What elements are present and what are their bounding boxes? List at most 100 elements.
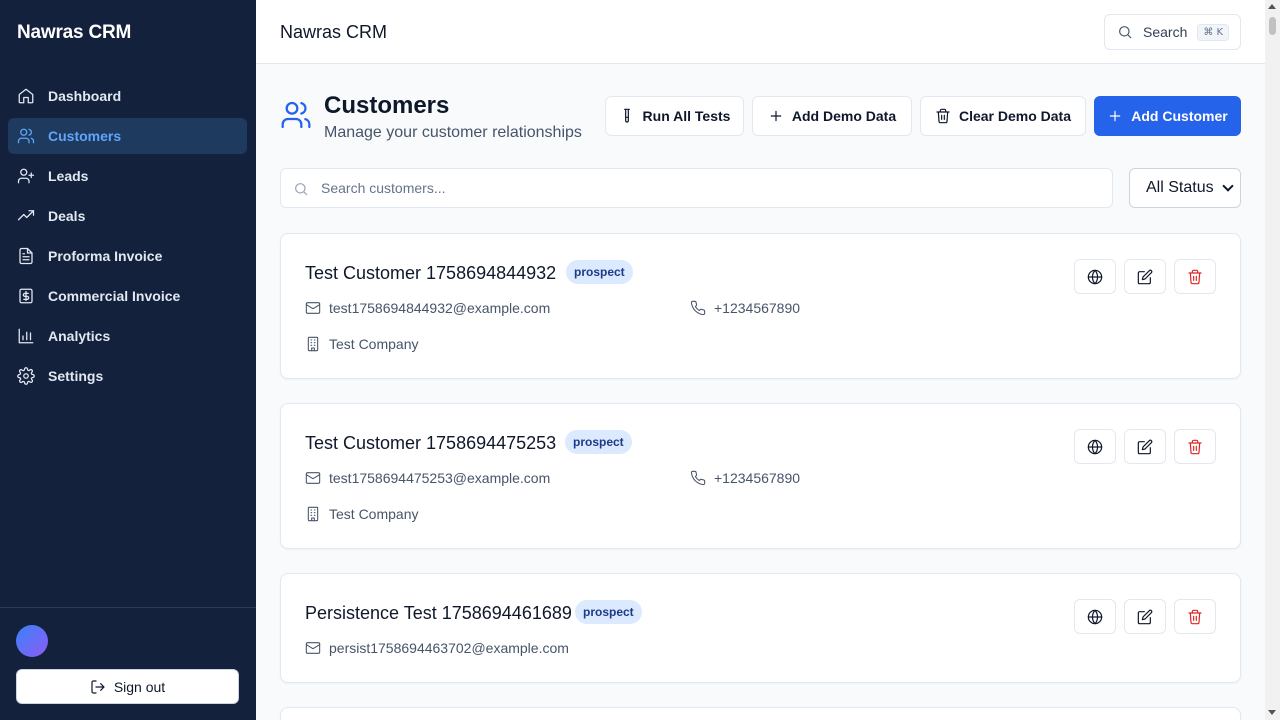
sidebar-item-dashboard[interactable]: Dashboard <box>8 78 247 114</box>
customer-company-row: Test Company <box>305 336 418 352</box>
sidebar-item-analytics[interactable]: Analytics <box>8 318 247 354</box>
user-plus-icon <box>16 166 36 186</box>
plus-icon <box>1109 110 1121 122</box>
phone-icon <box>690 470 706 486</box>
sidebar-item-deals[interactable]: Deals <box>8 198 247 234</box>
mail-icon <box>305 642 321 654</box>
status-badge: prospect <box>566 260 633 284</box>
log-out-icon <box>91 679 105 694</box>
sidebar-item-label: Dashboard <box>48 88 122 104</box>
customer-email: persist1758694463702@example.com <box>329 640 569 656</box>
customer-name: Test Customer 1758694844932 <box>305 263 557 283</box>
users-icon <box>280 99 312 131</box>
run-all-tests-button[interactable]: Run All Tests <box>605 96 744 136</box>
sidebar-item-label: Deals <box>48 208 86 224</box>
customer-phone: +1234567890 <box>714 300 801 316</box>
gear-icon <box>16 366 36 386</box>
avatar[interactable] <box>16 625 48 657</box>
edit-button[interactable] <box>1124 259 1166 294</box>
view-website-button[interactable] <box>1074 259 1116 294</box>
customer-email-row: test1758694844932@example.com <box>305 300 550 316</box>
page-subtitle: Manage your customer relationships <box>324 124 582 141</box>
brand-name: Nawras CRM <box>17 22 132 43</box>
globe-icon <box>1087 609 1103 624</box>
delete-button[interactable] <box>1174 259 1216 294</box>
mail-icon <box>305 472 321 484</box>
customer-search-input[interactable] <box>321 169 1101 207</box>
building-icon <box>307 506 319 522</box>
sidebar-item-leads[interactable]: Leads <box>8 158 247 194</box>
phone-icon <box>690 300 706 316</box>
building-icon <box>307 336 319 352</box>
search-icon <box>295 183 308 196</box>
trash-icon <box>936 108 950 124</box>
sign-out-button[interactable]: Sign out <box>16 669 239 704</box>
customer-name: Test Customer 1758694475253 <box>305 433 557 453</box>
plus-icon <box>770 110 782 122</box>
sidebar-item-label: Customers <box>48 128 122 144</box>
status-badge: prospect <box>565 430 632 454</box>
customer-email-row: test1758694475253@example.com <box>305 470 550 486</box>
trending-up-icon <box>16 206 36 226</box>
delete-button[interactable] <box>1174 599 1216 634</box>
trash-icon <box>1188 439 1202 454</box>
mail-icon <box>305 302 321 314</box>
sidebar-item-settings[interactable]: Settings <box>8 358 247 394</box>
scroll-thumb[interactable] <box>1269 17 1276 35</box>
shortcut-hint: ⌘ K <box>1197 23 1230 41</box>
edit-icon <box>1137 609 1153 624</box>
search-icon <box>1119 26 1132 39</box>
button-label: Clear Demo Data <box>958 108 1072 124</box>
globe-icon <box>1087 439 1103 454</box>
test-tube-icon <box>623 108 630 123</box>
customer-company: Test Company <box>329 506 419 522</box>
edit-button[interactable] <box>1124 429 1166 464</box>
edit-icon <box>1137 269 1153 284</box>
sign-out-label: Sign out <box>113 678 166 695</box>
clear-demo-data-button[interactable]: Clear Demo Data <box>920 96 1086 136</box>
customer-phone-row: +1234567890 <box>690 300 800 316</box>
customer-search <box>280 168 1113 208</box>
users-icon <box>16 126 36 146</box>
trash-icon <box>1188 609 1202 624</box>
customer-phone-row: +1234567890 <box>690 470 800 486</box>
sidebar-item-proforma-invoice[interactable]: Proforma Invoice <box>8 238 247 274</box>
edit-button[interactable] <box>1124 599 1166 634</box>
sidebar-item-label: Analytics <box>48 328 111 344</box>
customer-card-partial <box>280 707 1241 720</box>
customer-email: test1758694475253@example.com <box>329 470 551 486</box>
sidebar-item-commercial-invoice[interactable]: Commercial Invoice <box>8 278 247 314</box>
page-scrollbar[interactable] <box>1265 0 1280 720</box>
header-title: Nawras CRM <box>280 22 388 42</box>
button-label: Run All Tests <box>642 108 731 124</box>
add-customer-button[interactable]: Add Customer <box>1094 96 1241 136</box>
scroll-up-arrow[interactable] <box>1268 4 1276 9</box>
global-search-button[interactable]: Search ⌘ K <box>1104 14 1241 50</box>
customer-phone: +1234567890 <box>714 470 801 486</box>
button-label: Add Demo Data <box>791 108 897 124</box>
home-icon <box>16 86 36 106</box>
sidebar-item-customers[interactable]: Customers <box>8 118 247 154</box>
sidebar-item-label: Leads <box>48 168 89 184</box>
view-website-button[interactable] <box>1074 429 1116 464</box>
receipt-icon <box>16 286 36 306</box>
add-demo-data-button[interactable]: Add Demo Data <box>752 96 912 136</box>
sidebar: Nawras CRM Dashboard Customers Leads Dea… <box>0 0 256 720</box>
customer-company-row: Test Company <box>305 506 418 522</box>
button-label: Add Customer <box>1131 108 1228 124</box>
page-title: Customers <box>324 92 450 119</box>
view-website-button[interactable] <box>1074 599 1116 634</box>
sidebar-item-label: Commercial Invoice <box>48 288 181 304</box>
customer-card: Persistence Test 1758694461689 prospect … <box>280 573 1241 683</box>
status-badge: prospect <box>575 600 642 624</box>
search-label: Search <box>1143 24 1188 40</box>
sidebar-footer: Sign out <box>0 607 256 720</box>
sidebar-item-label: Proforma Invoice <box>48 248 163 264</box>
scroll-down-arrow[interactable] <box>1268 710 1276 715</box>
sidebar-nav: Dashboard Customers Leads Deals Proforma… <box>8 78 247 398</box>
customer-name: Persistence Test 1758694461689 <box>305 603 572 623</box>
status-filter-select[interactable]: All Status <box>1129 168 1241 208</box>
customer-email: test1758694844932@example.com <box>329 300 551 316</box>
delete-button[interactable] <box>1174 429 1216 464</box>
customer-card: Test Customer 1758694475253 prospect tes… <box>280 403 1241 549</box>
